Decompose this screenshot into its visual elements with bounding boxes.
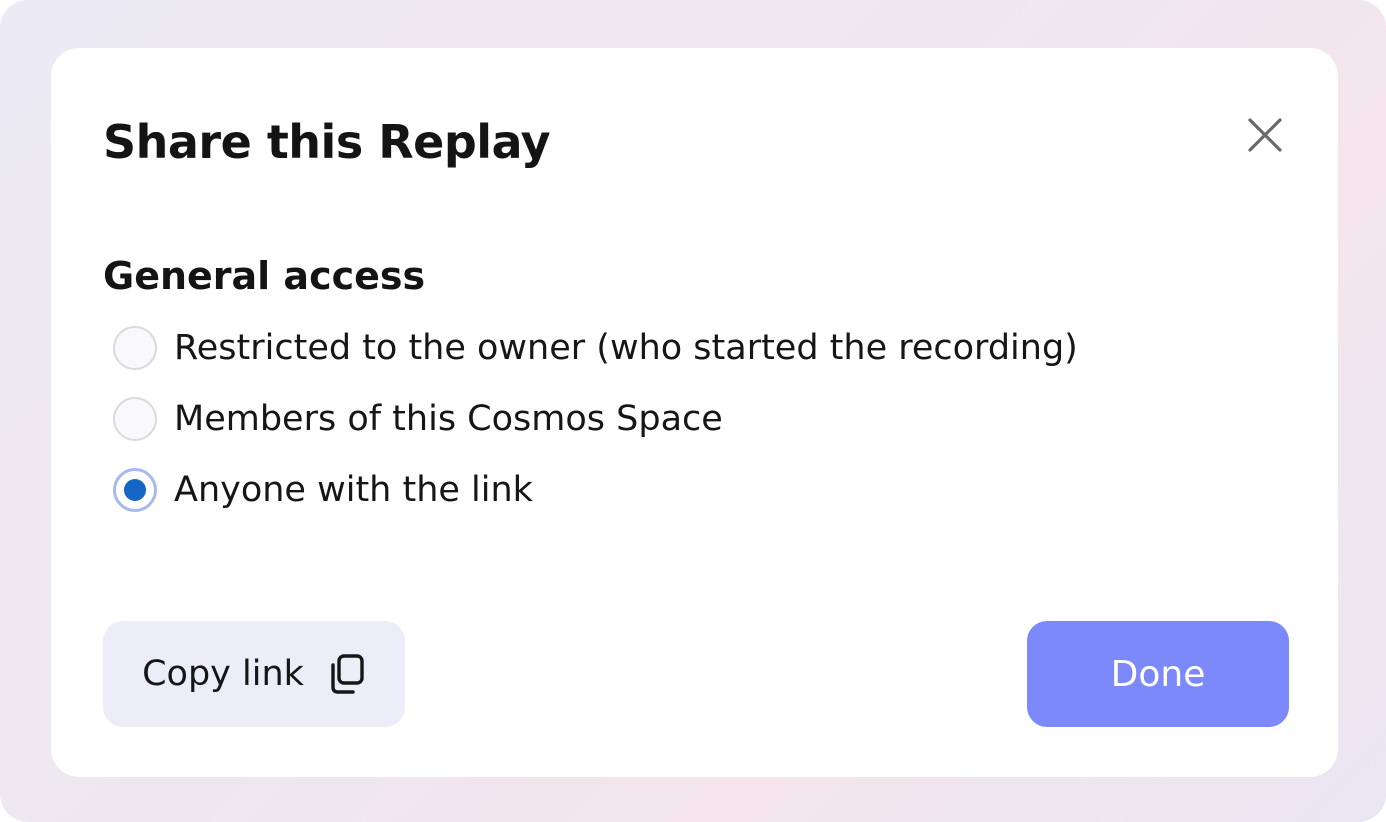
copy-link-label: Copy link: [142, 654, 304, 694]
access-options: Restricted to the owner (who started the…: [113, 318, 1263, 531]
access-option-label: Members of this Cosmos Space: [174, 399, 723, 439]
general-access-heading: General access: [103, 254, 426, 298]
close-button[interactable]: [1237, 107, 1293, 163]
modal-backdrop: Share this Replay General access Restric…: [0, 0, 1386, 822]
copy-link-button[interactable]: Copy link: [103, 621, 405, 727]
copy-icon: [328, 653, 366, 695]
access-option-members[interactable]: Members of this Cosmos Space: [113, 389, 1263, 449]
access-option-restricted[interactable]: Restricted to the owner (who started the…: [113, 318, 1263, 378]
dialog-title: Share this Replay: [103, 115, 551, 169]
done-button[interactable]: Done: [1027, 621, 1289, 727]
access-option-label: Anyone with the link: [174, 470, 533, 510]
close-icon: [1248, 118, 1282, 152]
access-option-label: Restricted to the owner (who started the…: [174, 328, 1078, 368]
radio-restricted[interactable]: [113, 326, 157, 370]
radio-members[interactable]: [113, 397, 157, 441]
share-dialog: Share this Replay General access Restric…: [51, 48, 1338, 777]
radio-anyone[interactable]: [113, 468, 157, 512]
access-option-anyone[interactable]: Anyone with the link: [113, 460, 1263, 520]
